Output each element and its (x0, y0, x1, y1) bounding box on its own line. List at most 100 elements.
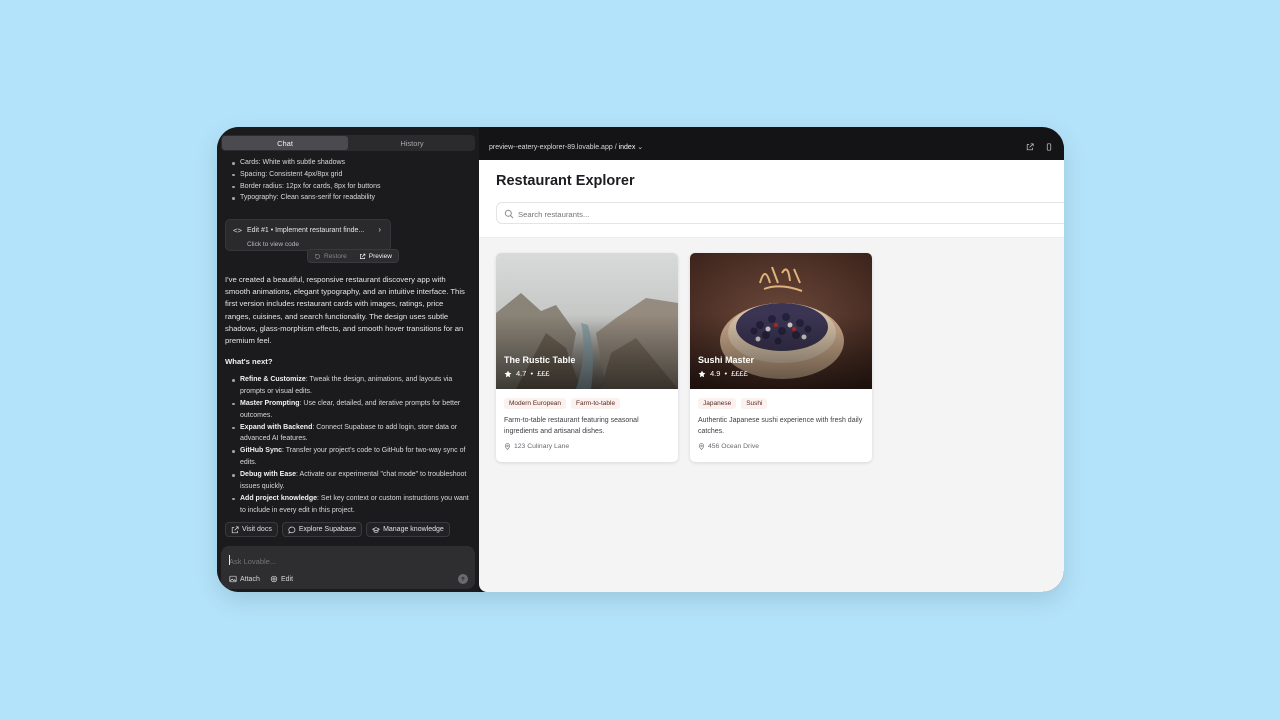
app-preview: Restaurant Explorer Search restaurants..… (479, 160, 1064, 592)
restaurant-description: Authentic Japanese sushi experience with… (698, 417, 863, 435)
manage-knowledge-label: Manage knowledge (383, 526, 444, 533)
search-icon (504, 209, 514, 219)
meta-separator: • (530, 369, 534, 378)
chevron-down-icon: ⌄ (637, 144, 644, 151)
list-item: Cards: White with subtle shadows (225, 157, 473, 169)
list-item: Typography: Clean sans-serif for readabi… (225, 192, 473, 204)
tab-history[interactable]: History (349, 135, 475, 151)
list-item: GitHub Sync: Transfer your project's cod… (225, 445, 471, 469)
restore-icon (315, 253, 320, 259)
path-separator: / (614, 144, 617, 151)
tab-chat[interactable]: Chat (222, 136, 348, 150)
visit-docs-label: Visit docs (242, 526, 272, 533)
address-text: 456 Ocean Drive (708, 443, 760, 450)
map-pin-icon (698, 443, 705, 450)
cuisine-tag: Japanese (698, 398, 737, 409)
price-level: ££££ (731, 369, 748, 378)
edit-title: Edit #1 • Implement restaurant finde... (247, 227, 365, 234)
edit-label: Edit (281, 575, 294, 583)
list-item: Border radius: 12px for cards, 8px for b… (225, 181, 473, 193)
arrow-up-icon (461, 576, 465, 581)
app-header: Restaurant Explorer (479, 160, 1064, 238)
item-title: Add project knowledge (240, 494, 318, 502)
restaurant-name: The Rustic Table (504, 355, 576, 365)
restaurant-address: 456 Ocean Drive (698, 443, 759, 450)
cuisine-tag: Modern European (504, 398, 567, 409)
view-code-link[interactable]: Click to view code (247, 241, 299, 248)
cuisine-tags: Modern European Farm-to-table (504, 398, 621, 409)
restore-button[interactable]: Restore (308, 253, 353, 260)
code-icon: <> (233, 226, 243, 235)
preview-label: Preview (368, 252, 392, 260)
restaurant-name: Sushi Master (698, 355, 755, 365)
chat-messages[interactable]: Cards: White with subtle shadows Spacing… (225, 157, 473, 539)
list-item: Spacing: Consistent 4px/8px grid (225, 169, 473, 181)
item-title: Debug with Ease (240, 471, 297, 479)
preview-panel: preview--eatery-explorer-89.lovable.app … (479, 127, 1064, 592)
star-icon (504, 370, 512, 377)
cuisine-tag: Sushi (741, 398, 768, 409)
cuisine-tag: Farm-to-table (571, 398, 621, 409)
list-item: Refine & Customize: Tweak the design, an… (225, 374, 471, 398)
map-pin-icon (504, 443, 511, 450)
chat-panel: Chat History Cards: White with subtle sh… (217, 127, 479, 592)
page-title: Restaurant Explorer (496, 173, 635, 189)
item-title: Master Prompting (240, 399, 300, 407)
restore-label: Restore (324, 252, 347, 260)
item-title: GitHub Sync (240, 447, 283, 455)
search-box (496, 202, 1064, 224)
design-spec-list: Cards: White with subtle shadows Spacing… (225, 157, 473, 204)
visit-docs-button[interactable]: Visit docs (225, 522, 278, 537)
chat-composer: Attach Edit (221, 546, 475, 589)
external-link-icon (359, 253, 366, 259)
quick-actions: Visit docs Explore Supabase Manage knowl… (225, 522, 450, 537)
assistant-message: I've created a beautiful, responsive res… (225, 275, 465, 346)
price-level: £££ (537, 369, 550, 378)
chevron-right-icon: › (378, 225, 381, 234)
preview-button[interactable]: Preview (353, 253, 398, 260)
mobile-view-button[interactable] (1044, 142, 1054, 152)
list-item: Debug with Ease: Activate our experiment… (225, 469, 471, 493)
whats-next-list: Refine & Customize: Tweak the design, an… (225, 374, 471, 517)
edit-actions: Restore Preview (307, 249, 399, 263)
restaurant-address: 123 Culinary Lane (504, 443, 569, 450)
explore-supabase-button[interactable]: Explore Supabase (281, 522, 363, 537)
rating-value: 4.7 (516, 369, 527, 378)
address-text: 123 Culinary Lane (514, 443, 570, 450)
preview-domain: preview--eatery-explorer-89.lovable.app (489, 144, 613, 151)
cuisine-tags: Japanese Sushi (698, 398, 768, 409)
manage-knowledge-button[interactable]: Manage knowledge (366, 522, 450, 537)
restaurant-card[interactable]: The Rustic Table 4.7 • £££ Modern Europe… (496, 253, 678, 462)
rating-value: 4.9 (710, 369, 721, 378)
smartphone-icon (1046, 143, 1052, 151)
open-new-tab-button[interactable] (1025, 142, 1035, 152)
preview-address-bar: preview--eatery-explorer-89.lovable.app … (479, 135, 1064, 160)
list-item: Add project knowledge: Set key context o… (225, 493, 471, 517)
meta-separator: • (724, 369, 728, 378)
search-input[interactable] (518, 208, 918, 220)
preview-path: index (618, 144, 636, 151)
attach-button[interactable]: Attach (229, 575, 260, 583)
restaurant-card[interactable]: Sushi Master 4.9 • ££££ Japanese Sushi A… (690, 253, 872, 462)
external-link-icon (1026, 143, 1034, 151)
restaurant-description: Farm-to-table restaurant featuring seaso… (504, 417, 639, 435)
graduation-cap-icon (372, 526, 381, 533)
edit-mode-button[interactable]: Edit (270, 575, 293, 583)
panel-tabs: Chat History (221, 135, 475, 151)
preview-url[interactable]: preview--eatery-explorer-89.lovable.app … (489, 143, 643, 151)
chat-bubble-icon (288, 526, 296, 534)
external-link-icon (231, 525, 239, 533)
send-button[interactable] (458, 574, 468, 584)
chat-input[interactable] (229, 555, 459, 567)
whats-next-heading: What's next? (225, 357, 273, 366)
restaurant-meta: 4.7 • £££ (504, 369, 550, 378)
list-item: Expand with Backend: Connect Supabase to… (225, 422, 471, 446)
attach-label: Attach (240, 575, 260, 583)
explore-supabase-label: Explore Supabase (298, 526, 357, 533)
list-item: Master Prompting: Use clear, detailed, a… (225, 398, 471, 422)
crosshair-icon (270, 575, 278, 583)
restaurant-meta: 4.9 • ££££ (698, 369, 748, 378)
item-title: Refine & Customize (240, 376, 306, 383)
text-caret (229, 555, 230, 565)
edit-card[interactable]: <> Edit #1 • Implement restaurant finde.… (225, 219, 391, 251)
